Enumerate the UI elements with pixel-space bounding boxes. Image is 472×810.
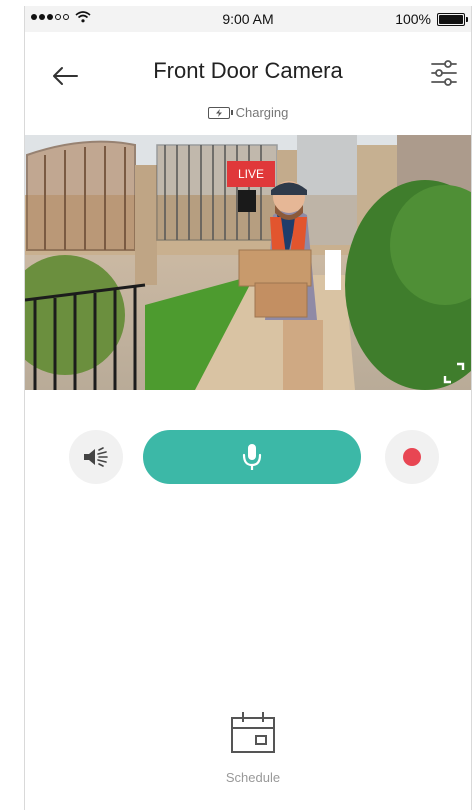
- live-video-feed[interactable]: LIVE: [25, 135, 471, 390]
- schedule-label: Schedule: [225, 770, 281, 785]
- live-badge: LIVE: [227, 161, 275, 187]
- battery-percent: 100%: [395, 11, 431, 27]
- battery-icon: [437, 12, 468, 26]
- fullscreen-button[interactable]: [443, 362, 465, 384]
- battery-area: 100%: [395, 11, 468, 27]
- schedule-button[interactable]: Schedule: [205, 710, 301, 790]
- microphone-icon: [242, 444, 262, 470]
- fullscreen-icon: [443, 362, 465, 384]
- battery-charging-icon: [207, 106, 233, 119]
- sliders-icon: [431, 60, 457, 86]
- status-bar: 9:00 AM 100%: [25, 6, 471, 32]
- call-controls: [25, 430, 471, 484]
- speaker-button[interactable]: [69, 430, 123, 484]
- talk-button[interactable]: [143, 430, 361, 484]
- app-screen: 9:00 AM 100% Front Door Camera Charging …: [24, 6, 472, 810]
- speaker-voice-icon: [84, 447, 108, 467]
- device-status: Charging: [25, 105, 471, 120]
- record-button[interactable]: [385, 430, 439, 484]
- calendar-icon: [231, 712, 275, 753]
- settings-button[interactable]: [429, 60, 465, 92]
- record-dot-icon: [403, 448, 421, 466]
- page-title: Front Door Camera: [153, 58, 343, 83]
- charging-label: Charging: [235, 105, 289, 120]
